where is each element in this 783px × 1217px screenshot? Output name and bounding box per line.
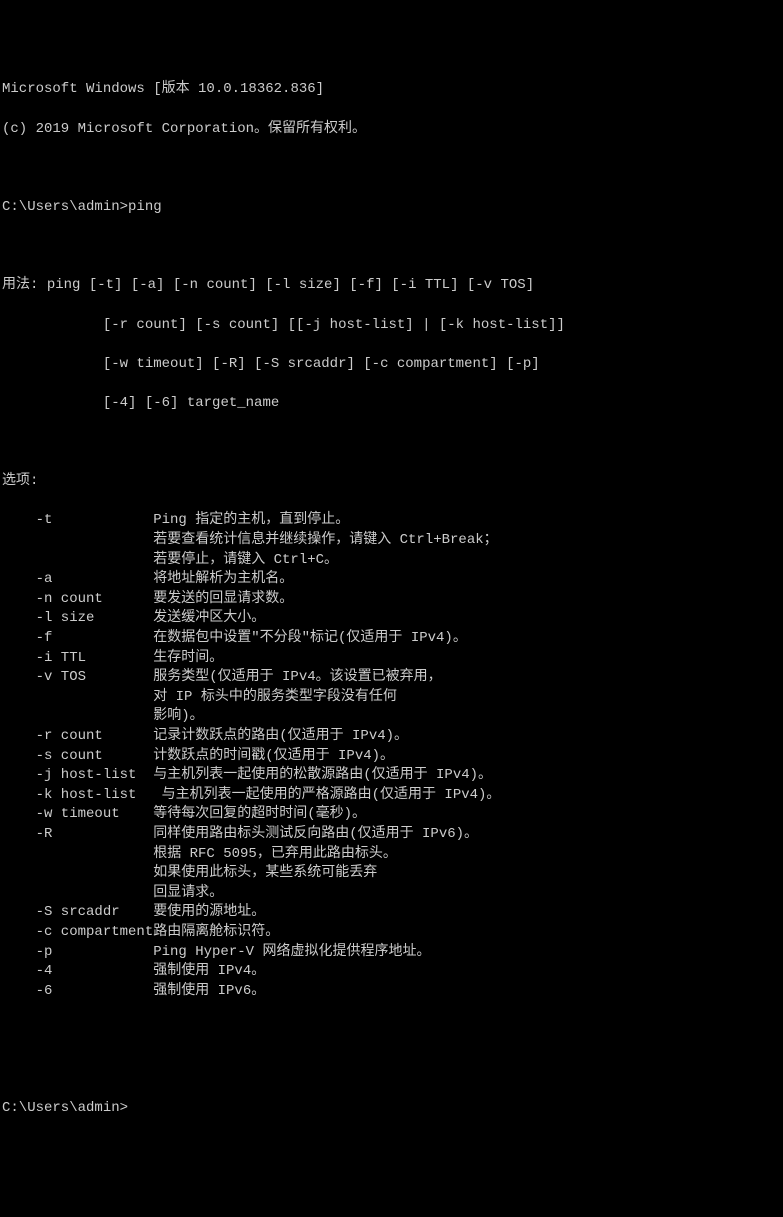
prompt-line-2[interactable]: C:\Users\admin> bbox=[2, 1099, 781, 1119]
option-row: -n count 要发送的回显请求数。 bbox=[2, 590, 781, 610]
option-row: 如果使用此标头，某些系统可能丢弃 bbox=[2, 864, 781, 884]
usage-line-4: [-4] [-6] target_name bbox=[2, 394, 781, 414]
option-row: -6 强制使用 IPv6。 bbox=[2, 982, 781, 1002]
blank bbox=[2, 1021, 781, 1041]
option-row: 若要查看统计信息并继续操作，请键入 Ctrl+Break； bbox=[2, 531, 781, 551]
blank bbox=[2, 159, 781, 179]
option-row: -p Ping Hyper-V 网络虚拟化提供程序地址。 bbox=[2, 943, 781, 963]
option-row: -r count 记录计数跃点的路由(仅适用于 IPv4)。 bbox=[2, 727, 781, 747]
options-list: -t Ping 指定的主机，直到停止。 若要查看统计信息并继续操作，请键入 Ct… bbox=[2, 511, 781, 1001]
usage-line-3: [-w timeout] [-R] [-S srcaddr] [-c compa… bbox=[2, 355, 781, 375]
option-row: 影响)。 bbox=[2, 707, 781, 727]
options-label: 选项: bbox=[2, 472, 781, 492]
option-row: -R 同样使用路由标头测试反向路由(仅适用于 IPv6)。 bbox=[2, 825, 781, 845]
option-row: -i TTL 生存时间。 bbox=[2, 649, 781, 669]
option-row: -a 将地址解析为主机名。 bbox=[2, 570, 781, 590]
command-input: ping bbox=[128, 199, 162, 215]
option-row: 根据 RFC 5095，已弃用此路由标头。 bbox=[2, 845, 781, 865]
usage-line-1: 用法: ping [-t] [-a] [-n count] [-l size] … bbox=[2, 276, 781, 296]
option-row: -w timeout 等待每次回复的超时时间(毫秒)。 bbox=[2, 805, 781, 825]
prompt-line-1[interactable]: C:\Users\admin>ping bbox=[2, 198, 781, 218]
blank bbox=[2, 237, 781, 257]
option-row: -k host-list 与主机列表一起使用的严格源路由(仅适用于 IPv4)。 bbox=[2, 786, 781, 806]
blank bbox=[2, 1060, 781, 1080]
option-row: 对 IP 标头中的服务类型字段没有任何 bbox=[2, 688, 781, 708]
header-version: Microsoft Windows [版本 10.0.18362.836] bbox=[2, 80, 781, 100]
option-row: -v TOS 服务类型(仅适用于 IPv4。该设置已被弃用， bbox=[2, 668, 781, 688]
option-row: -f 在数据包中设置"不分段"标记(仅适用于 IPv4)。 bbox=[2, 629, 781, 649]
option-row: -S srcaddr 要使用的源地址。 bbox=[2, 903, 781, 923]
option-row: -s count 计数跃点的时间戳(仅适用于 IPv4)。 bbox=[2, 747, 781, 767]
header-copyright: (c) 2019 Microsoft Corporation。保留所有权利。 bbox=[2, 120, 781, 140]
option-row: -l size 发送缓冲区大小。 bbox=[2, 609, 781, 629]
prompt-path: C:\Users\admin> bbox=[2, 1100, 128, 1116]
usage-line-2: [-r count] [-s count] [[-j host-list] | … bbox=[2, 316, 781, 336]
option-row: -j host-list 与主机列表一起使用的松散源路由(仅适用于 IPv4)。 bbox=[2, 766, 781, 786]
prompt-path: C:\Users\admin> bbox=[2, 199, 128, 215]
option-row: 若要停止，请键入 Ctrl+C。 bbox=[2, 551, 781, 571]
option-row: -c compartment路由隔离舱标识符。 bbox=[2, 923, 781, 943]
option-row: -t Ping 指定的主机，直到停止。 bbox=[2, 511, 781, 531]
option-row: -4 强制使用 IPv4。 bbox=[2, 962, 781, 982]
blank bbox=[2, 433, 781, 453]
option-row: 回显请求。 bbox=[2, 884, 781, 904]
